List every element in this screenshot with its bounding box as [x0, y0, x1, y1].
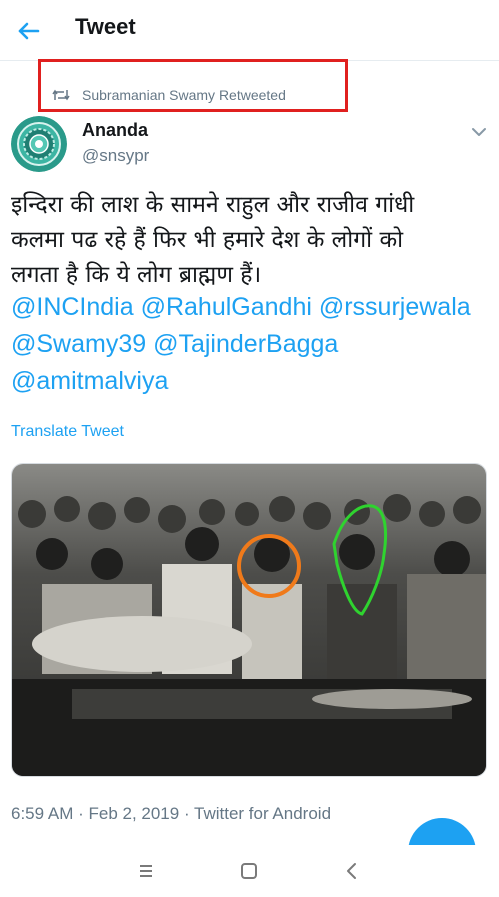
square-home-icon: [241, 863, 257, 879]
mentions-line[interactable]: @INCIndia @RahulGandhi @rssurjewala: [11, 293, 471, 322]
tweet-timestamp: 6:59 AM · Feb 2, 2019 · Twitter for Andr…: [11, 804, 332, 823]
top-app-bar: Tweet: [0, 0, 499, 60]
retweet-icon: [52, 89, 70, 101]
tweet-text-line: इन्दिरा की लाश के सामने राहुल और राजीव ग…: [11, 192, 415, 218]
home-button[interactable]: [235, 857, 263, 885]
arrow-left-icon: [18, 22, 40, 40]
back-button[interactable]: [14, 16, 44, 46]
archival-photo-image: [12, 464, 486, 776]
author-handle[interactable]: @snsypr: [82, 146, 149, 166]
menu-lines-icon: [140, 865, 152, 877]
red-highlight-box: [38, 59, 348, 112]
more-options-button[interactable]: [470, 124, 488, 138]
tweet-photo[interactable]: [11, 463, 487, 777]
chevron-left-icon: [347, 863, 356, 879]
retweet-label: Subramanian Swamy Retweeted: [82, 87, 286, 103]
mentions-line[interactable]: @amitmalviya: [11, 367, 168, 396]
tweet-text-line: लगता है कि ये लोग ब्राह्मण हैं।: [11, 262, 262, 288]
tweet-text-line: कलमा पढ रहे हैं फिर भी हमारे देश के लोगो…: [11, 227, 404, 253]
mandala-avatar-icon: [11, 116, 67, 172]
avatar[interactable]: [11, 116, 67, 172]
mentions-line[interactable]: @Swamy39 @TajinderBagga: [11, 330, 338, 359]
translate-tweet-link[interactable]: Translate Tweet: [11, 423, 124, 441]
system-nav-bar: [0, 845, 499, 897]
recents-button[interactable]: [132, 857, 160, 885]
page-title: Tweet: [75, 14, 136, 39]
tweet-text: इन्दिरा की लाश के सामने राहुल और राजीव ग…: [11, 188, 496, 293]
author-name[interactable]: Ananda: [82, 120, 148, 141]
system-back-button[interactable]: [338, 857, 366, 885]
chevron-down-icon: [472, 128, 486, 136]
